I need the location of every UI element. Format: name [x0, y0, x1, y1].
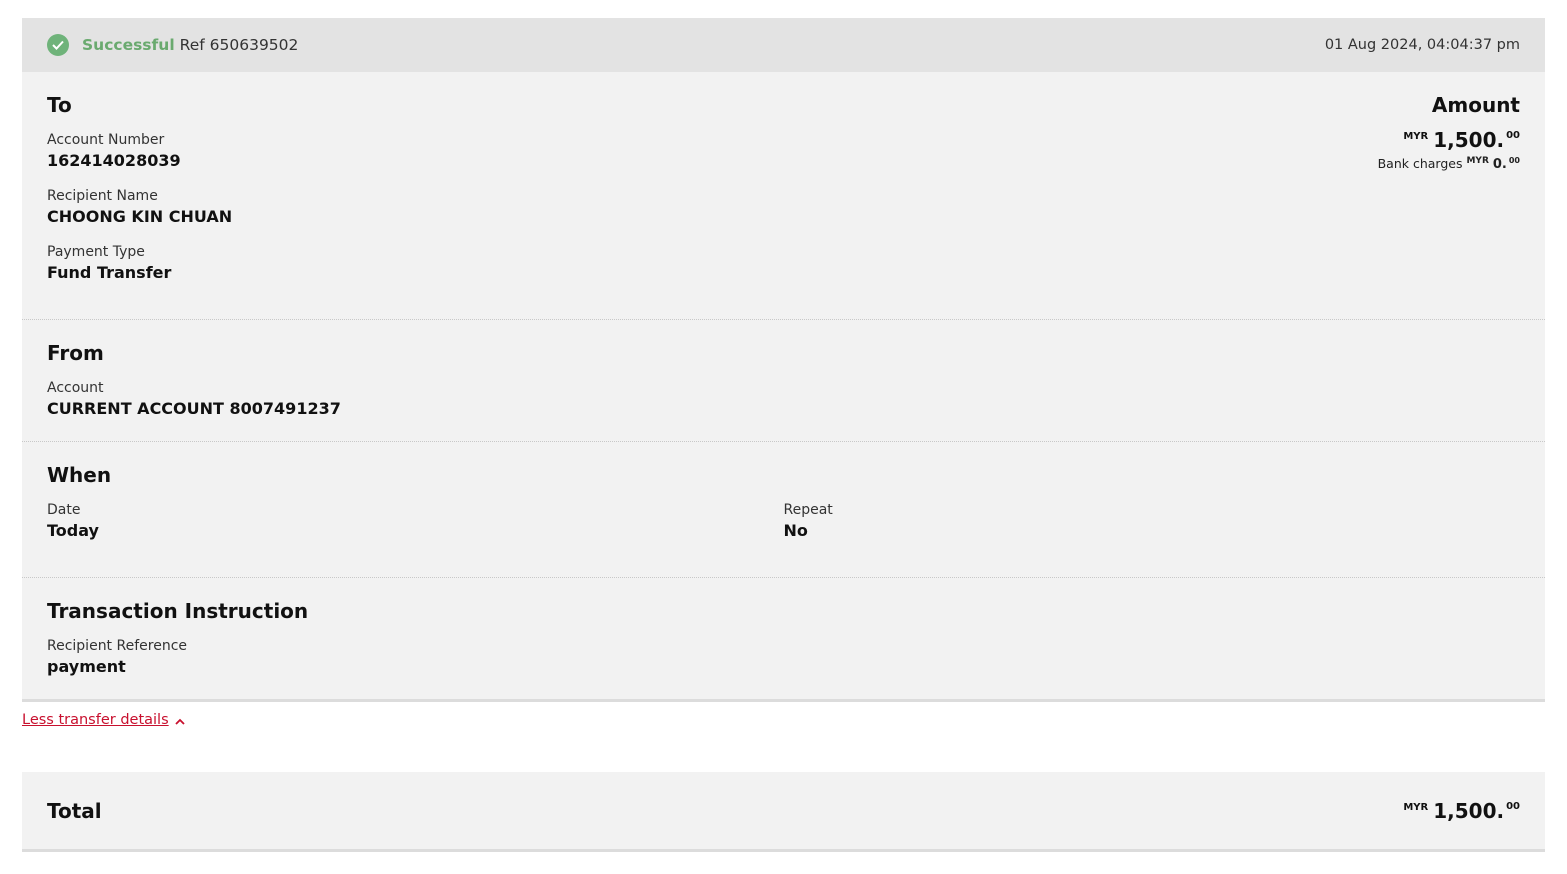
bank-charges-whole: 0.: [1492, 157, 1507, 172]
account-number-label: Account Number: [47, 132, 165, 148]
less-details-label: Less transfer details: [22, 712, 169, 728]
recipient-name-field: Recipient Name CHOONG KIN CHUAN: [47, 187, 1520, 229]
amount-block: Amount MYR 1,500. 00 Bank charges MYR 0.…: [1378, 92, 1520, 174]
total-currency: MYR: [1403, 801, 1429, 813]
payment-type-label: Payment Type: [47, 244, 145, 260]
bank-charges-label: Bank charges: [1377, 156, 1463, 171]
instruction-title: Transaction Instruction: [47, 599, 309, 623]
reference-number: Ref 650639502: [179, 36, 299, 54]
recipient-reference-value: payment: [47, 657, 126, 676]
total-title: Total: [47, 798, 102, 823]
bank-charges: Bank charges MYR 0. 00: [1378, 156, 1520, 174]
bank-charges-currency: MYR: [1466, 156, 1489, 166]
from-title: From: [47, 341, 104, 365]
recipient-name-label: Recipient Name: [47, 188, 158, 204]
payment-type-field: Payment Type Fund Transfer: [47, 243, 1520, 285]
total-whole: 1,500.: [1433, 798, 1505, 823]
to-title: To: [47, 93, 72, 117]
payment-type-value: Fund Transfer: [47, 263, 172, 282]
repeat-value: No: [783, 521, 808, 540]
amount-value: MYR 1,500. 00: [1403, 128, 1520, 152]
status-summary: Successful Ref 650639502: [47, 34, 298, 56]
recipient-reference-field: Recipient Reference payment: [47, 637, 1520, 679]
date-value: Today: [47, 521, 99, 540]
check-circle-icon: [47, 34, 69, 56]
less-details-link[interactable]: Less transfer details: [22, 711, 185, 729]
repeat-field: Repeat No: [784, 501, 1521, 557]
bank-charges-cents: 00: [1508, 156, 1520, 165]
recipient-name-value: CHOONG KIN CHUAN: [47, 207, 233, 226]
total-box: Total MYR 1,500. 00: [22, 772, 1545, 852]
from-account-field: Account CURRENT ACCOUNT 8007491237: [47, 379, 1520, 421]
instruction-section: Transaction Instruction Recipient Refere…: [22, 578, 1545, 699]
transfer-receipt: Successful Ref 650639502 01 Aug 2024, 04…: [22, 18, 1545, 702]
amount-title: Amount: [1431, 93, 1520, 117]
transaction-timestamp: 01 Aug 2024, 04:04:37 pm: [1324, 37, 1520, 53]
from-account-label: Account: [47, 380, 104, 396]
from-section: From Account CURRENT ACCOUNT 8007491237: [22, 320, 1545, 442]
status-bar: Successful Ref 650639502 01 Aug 2024, 04…: [22, 18, 1545, 72]
from-account-value: CURRENT ACCOUNT 8007491237: [47, 399, 341, 418]
chevron-up-icon: [175, 713, 185, 729]
date-label: Date: [47, 502, 81, 518]
when-section: When Date Today Repeat No: [22, 442, 1545, 578]
amount-currency: MYR: [1403, 131, 1429, 142]
when-title: When: [47, 463, 112, 487]
amount-whole: 1,500.: [1433, 128, 1505, 152]
when-fields: Date Today Repeat No: [47, 501, 1520, 557]
account-number-field: Account Number 162414028039: [47, 131, 1520, 173]
status-label: Successful: [82, 36, 175, 54]
recipient-reference-label: Recipient Reference: [47, 638, 187, 654]
date-field: Date Today: [47, 501, 784, 543]
to-section: To Account Number 162414028039 Recipient…: [22, 72, 1545, 320]
amount-cents: 00: [1506, 130, 1520, 141]
repeat-label: Repeat: [783, 502, 833, 518]
total-cents: 00: [1506, 800, 1520, 812]
total-amount: MYR 1,500. 00: [1403, 799, 1520, 823]
account-number-value: 162414028039: [47, 151, 181, 170]
